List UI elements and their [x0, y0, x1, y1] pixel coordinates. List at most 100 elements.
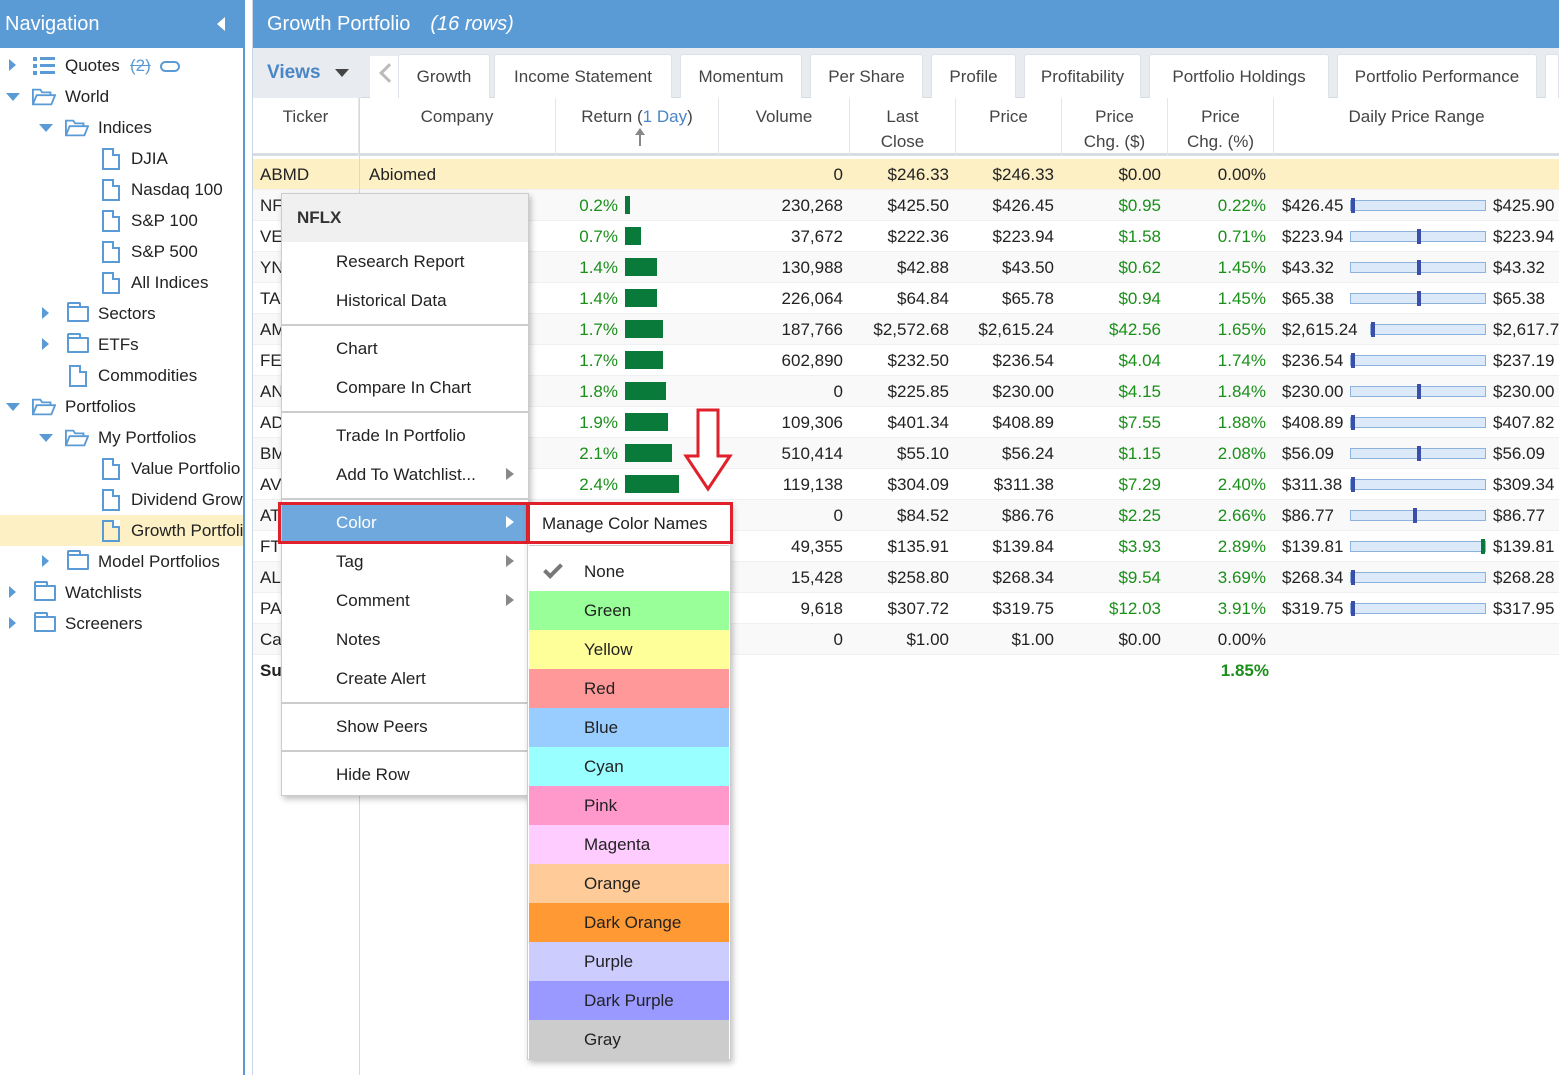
cell-range-low: $56.09	[1282, 444, 1334, 463]
color-label: Red	[584, 679, 616, 698]
collapse-icon[interactable]	[6, 403, 20, 411]
tree-item-quotes[interactable]: Quotes (2)	[0, 50, 243, 81]
menu-trade-in-portfolio[interactable]: Trade In Portfolio	[282, 416, 528, 455]
col-label: Chg. ($)	[1083, 132, 1146, 151]
col-daily-range[interactable]: Daily Price Range	[1274, 98, 1559, 156]
tree-item-portfolios[interactable]: Portfolios	[0, 391, 243, 422]
menu-comment[interactable]: Comment	[282, 581, 528, 620]
tree-label-world: World	[65, 86, 110, 106]
range-marker	[1481, 539, 1485, 554]
tab-portfolio-holdings[interactable]: Portfolio Holdings	[1149, 54, 1329, 98]
color-option-purple[interactable]: Purple	[529, 942, 729, 981]
tab-profitability[interactable]: Profitability	[1024, 54, 1141, 98]
tree-item-my-portfolios[interactable]: My Portfolios	[0, 422, 243, 453]
cell-range-high: $425.90	[1493, 196, 1555, 215]
tree-item-indices[interactable]: Indices	[0, 112, 243, 143]
color-option-gray[interactable]: Gray	[529, 1020, 729, 1059]
menu-historical-data[interactable]: Historical Data	[282, 281, 528, 320]
col-price[interactable]: Price	[956, 98, 1062, 156]
menu-compare-in-chart[interactable]: Compare In Chart	[282, 368, 528, 407]
color-option-dark-orange[interactable]: Dark Orange	[529, 903, 729, 942]
col-return[interactable]: Return (1 Day)	[556, 98, 719, 156]
menu-tag[interactable]: Tag	[282, 542, 528, 581]
expand-icon[interactable]	[9, 59, 16, 71]
menu-label: Create Alert	[336, 669, 426, 688]
tree-item-sectors[interactable]: Sectors	[0, 298, 243, 329]
color-option-dark-purple[interactable]: Dark Purple	[529, 981, 729, 1020]
expand-icon[interactable]	[42, 338, 49, 350]
col-last-close[interactable]: Last Close	[850, 98, 956, 156]
tree-item-model-portfolios[interactable]: Model Portfolios	[0, 546, 243, 577]
submenu-arrow-icon	[506, 555, 514, 567]
tree-item-watchlists[interactable]: Watchlists	[0, 577, 243, 608]
range-marker	[1351, 353, 1355, 368]
col-volume[interactable]: Volume	[719, 98, 850, 156]
cell-volume: 0	[833, 630, 843, 649]
col-ticker[interactable]: Ticker	[253, 98, 359, 156]
menu-add-to-watchlist[interactable]: Add To Watchlist...	[282, 455, 528, 494]
col-price-chg[interactable]: Price Chg. ($)	[1062, 98, 1168, 156]
tree-item-djia[interactable]: DJIA	[0, 143, 243, 174]
color-option-red[interactable]: Red	[529, 669, 729, 708]
menu-chart[interactable]: Chart	[282, 329, 528, 368]
cell-price-chg: $0.00	[1118, 630, 1161, 649]
tree-label-sectors: Sectors	[98, 303, 156, 323]
menu-create-alert[interactable]: Create Alert	[282, 659, 528, 698]
file-icon	[102, 179, 120, 201]
col-company[interactable]: Company	[359, 98, 556, 156]
cell-volume: 109,306	[781, 413, 843, 432]
tree-item-nasdaq100[interactable]: Nasdaq 100	[0, 174, 243, 205]
tab-growth[interactable]: Growth	[398, 54, 490, 98]
tab-overflow[interactable]	[1545, 54, 1559, 98]
cell-range-high: $223.94	[1493, 227, 1555, 246]
return-period-link[interactable]: 1 Day	[643, 107, 687, 126]
views-dropdown[interactable]: Views	[253, 48, 361, 98]
expand-icon[interactable]	[9, 586, 16, 598]
tree-item-all-indices[interactable]: All Indices	[0, 267, 243, 298]
menu-hide-row[interactable]: Hide Row	[282, 755, 528, 794]
cell-price: $311.38	[993, 475, 1054, 494]
toggle-icon[interactable]	[160, 61, 180, 72]
collapse-sidebar-icon[interactable]	[217, 17, 225, 31]
color-option-blue[interactable]: Blue	[529, 708, 729, 747]
collapse-icon[interactable]	[6, 93, 20, 101]
tab-income-statement[interactable]: Income Statement	[494, 54, 672, 98]
collapse-icon[interactable]	[39, 434, 53, 442]
tree-item-sp100[interactable]: S&P 100	[0, 205, 243, 236]
tree-item-growth-portfolio[interactable]: Growth Portfolio	[0, 515, 243, 546]
tab-portfolio-performance[interactable]: Portfolio Performance	[1337, 54, 1537, 98]
menu-notes[interactable]: Notes	[282, 620, 528, 659]
color-submenu: Manage Color Names None Green Yellow Red Blu…	[527, 503, 731, 1060]
tree-item-etfs[interactable]: ETFs	[0, 329, 243, 360]
tab-momentum[interactable]: Momentum	[680, 54, 802, 98]
tree-item-value-portfolio[interactable]: Value Portfolio	[0, 453, 243, 484]
file-icon	[102, 520, 120, 542]
menu-show-peers[interactable]: Show Peers	[282, 707, 528, 746]
tab-profile[interactable]: Profile	[931, 54, 1016, 98]
tree-item-screeners[interactable]: Screeners	[0, 608, 243, 639]
table-row[interactable]: ABMD Abiomed 0 $246.33 $246.33 $0.00 0.00%	[253, 159, 1559, 190]
color-option-magenta[interactable]: Magenta	[529, 825, 729, 864]
color-option-orange[interactable]: Orange	[529, 864, 729, 903]
tab-per-share[interactable]: Per Share	[810, 54, 923, 98]
tree-item-dividend-growth[interactable]: Dividend Growth	[0, 484, 243, 515]
sidebar-splitter[interactable]	[243, 0, 253, 1075]
col-price-chg-pct[interactable]: Price Chg. (%)	[1168, 98, 1274, 156]
color-option-green[interactable]: Green	[529, 591, 729, 630]
tab-scroll-left-icon[interactable]	[370, 56, 398, 98]
color-option-cyan[interactable]: Cyan	[529, 747, 729, 786]
cell-range-high: $317.95	[1493, 599, 1555, 618]
tree-item-commodities[interactable]: Commodities	[0, 360, 243, 391]
color-option-pink[interactable]: Pink	[529, 786, 729, 825]
tree-item-sp500[interactable]: S&P 500	[0, 236, 243, 267]
expand-icon[interactable]	[42, 307, 49, 319]
collapse-icon[interactable]	[39, 124, 53, 132]
tree-item-world[interactable]: World	[0, 81, 243, 112]
menu-research-report[interactable]: Research Report	[282, 242, 528, 281]
tree-label-indices: Indices	[98, 117, 152, 137]
expand-icon[interactable]	[9, 617, 16, 629]
color-option-yellow[interactable]: Yellow	[529, 630, 729, 669]
color-option-none[interactable]: None	[529, 552, 729, 591]
expand-icon[interactable]	[42, 555, 49, 567]
cell-price-chg-pct: 1.65%	[1217, 320, 1266, 339]
